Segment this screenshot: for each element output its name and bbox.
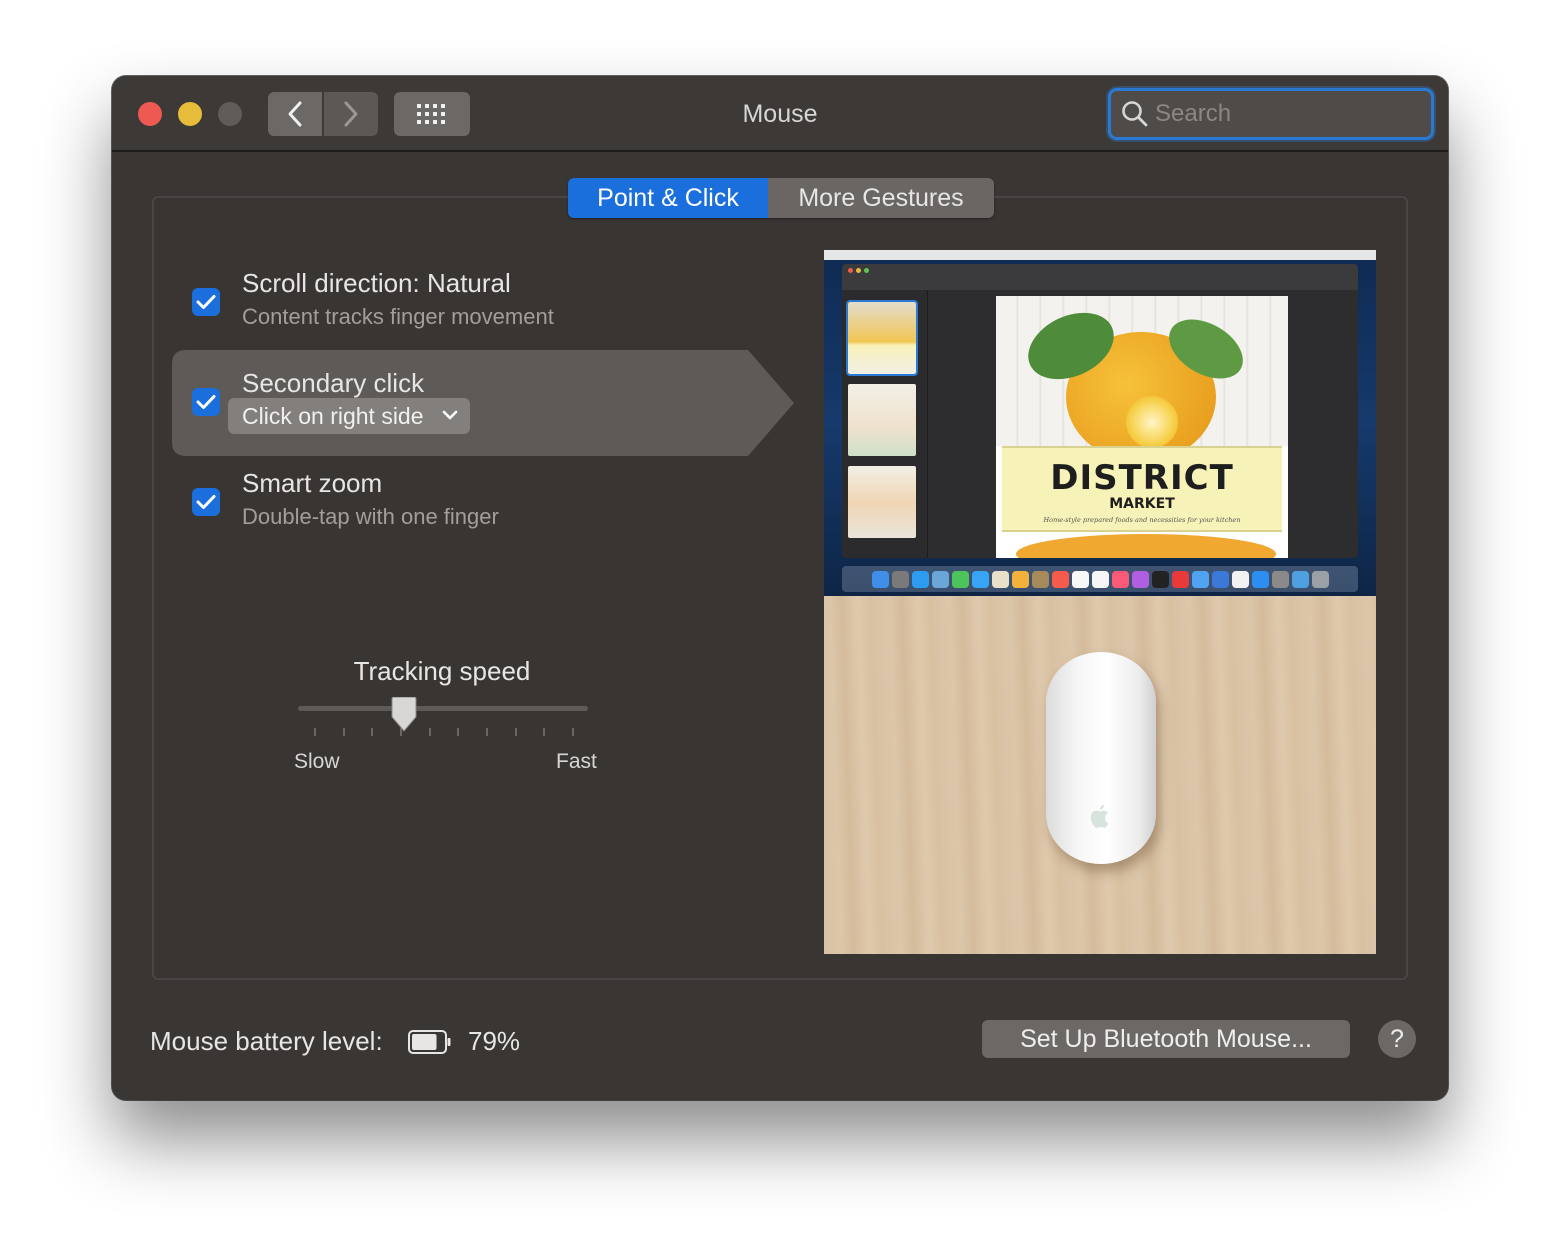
smart-zoom-subtitle: Double-tap with one finger bbox=[242, 504, 499, 529]
scroll-direction-subtitle: Content tracks finger movement bbox=[242, 304, 554, 329]
preview-doc-subtitle: MARKET bbox=[1109, 496, 1175, 512]
setup-bluetooth-mouse-button[interactable]: Set Up Bluetooth Mouse... bbox=[982, 1020, 1350, 1058]
battery-level-label: Mouse battery level: bbox=[150, 1026, 383, 1056]
magic-mouse-image bbox=[1046, 652, 1156, 864]
preview-toolbar bbox=[842, 264, 1358, 290]
scroll-direction-checkbox[interactable] bbox=[192, 288, 220, 316]
preview-page-thumbnails bbox=[842, 290, 928, 558]
search-icon bbox=[1122, 101, 1148, 127]
scroll-direction-title: Scroll direction: Natural bbox=[242, 268, 511, 298]
secondary-click-checkbox[interactable] bbox=[192, 388, 220, 416]
preview-document: DISTRICT MARKET Home-style prepared food… bbox=[996, 296, 1288, 558]
preview-dock bbox=[842, 566, 1358, 592]
preview-desk-surface bbox=[824, 596, 1376, 954]
slow-label: Slow bbox=[294, 750, 340, 773]
preview-menu-bar bbox=[824, 250, 1376, 260]
preview-screen: DISTRICT MARKET Home-style prepared food… bbox=[824, 250, 1376, 596]
tracking-speed-label: Tracking speed bbox=[353, 656, 531, 686]
secondary-click-title: Secondary click bbox=[242, 368, 425, 398]
smart-zoom-title: Smart zoom bbox=[242, 468, 383, 498]
slider-tick bbox=[543, 728, 546, 736]
slider-tick bbox=[371, 728, 374, 736]
search-field[interactable] bbox=[1108, 88, 1434, 140]
slider-knob[interactable] bbox=[389, 697, 419, 733]
slider-tick bbox=[457, 728, 460, 736]
secondary-click-dropdown-value: Click on right side bbox=[242, 402, 424, 429]
slider-tick bbox=[314, 728, 316, 736]
battery-percent: 79% bbox=[468, 1026, 521, 1056]
slider-tick bbox=[342, 728, 345, 736]
checkmark-icon bbox=[196, 295, 216, 309]
battery-icon bbox=[408, 1030, 451, 1054]
preview-doc-tagline: Home-style prepared foods and necessitie… bbox=[1043, 516, 1241, 524]
secondary-click-dropdown[interactable]: Click on right side bbox=[228, 398, 470, 434]
slider-tick bbox=[428, 728, 431, 736]
apple-logo-icon bbox=[1090, 805, 1109, 828]
search-input[interactable] bbox=[1155, 100, 1425, 128]
slider-tick bbox=[572, 728, 574, 736]
tab-bar: Point & Click More Gestures bbox=[568, 178, 994, 218]
mouse-preferences-window: Mouse Point & Click More Gestures Scroll… bbox=[112, 76, 1448, 1100]
checkmark-icon bbox=[196, 395, 216, 409]
tab-point-and-click[interactable]: Point & Click bbox=[568, 178, 768, 218]
tab-more-gestures[interactable]: More Gestures bbox=[768, 178, 994, 218]
smart-zoom-checkbox[interactable] bbox=[192, 488, 220, 516]
preview-thumbnail bbox=[848, 466, 916, 538]
preview-thumbnail bbox=[848, 384, 916, 456]
help-button[interactable]: ? bbox=[1378, 1020, 1416, 1058]
preview-thumbnail bbox=[846, 300, 918, 376]
fast-label: Fast bbox=[556, 750, 597, 773]
tracking-speed-slider[interactable] bbox=[298, 706, 588, 711]
gesture-preview-image: DISTRICT MARKET Home-style prepared food… bbox=[824, 250, 1376, 954]
slider-tick bbox=[514, 728, 517, 736]
preview-pages-window: DISTRICT MARKET Home-style prepared food… bbox=[842, 264, 1358, 558]
checkmark-icon bbox=[196, 495, 216, 509]
preview-doc-title: DISTRICT bbox=[1050, 458, 1234, 498]
slider-tick bbox=[486, 728, 488, 736]
chevron-down-icon bbox=[442, 410, 458, 420]
title-bar: Mouse bbox=[112, 76, 1448, 152]
